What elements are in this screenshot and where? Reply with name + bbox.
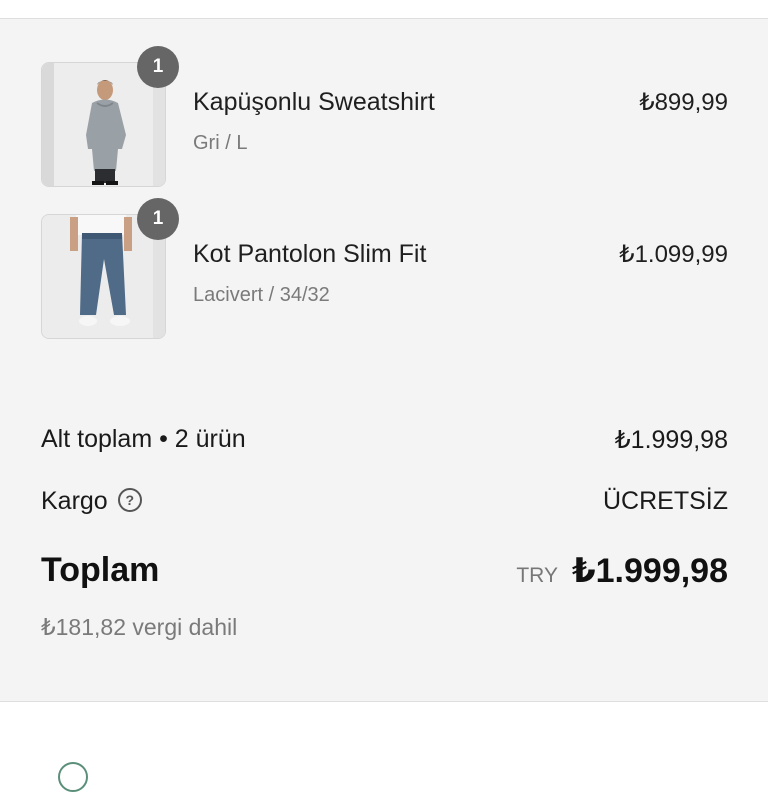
shipping-label-group: Kargo? [41, 487, 142, 516]
line-item: 1 Kapüşonlu Sweatshirt Gri / L ₺899,99 [41, 46, 728, 187]
total-amount-group: TRY ₺1.999,98 [516, 551, 728, 591]
total-label: Toplam [41, 551, 160, 589]
line-item: 1 Kot Pantolon Slim Fit Lacivert / 34/32… [41, 198, 728, 339]
item-name: Kapüşonlu Sweatshirt [193, 88, 435, 116]
shipping-label: Kargo [41, 487, 108, 515]
item-name: Kot Pantolon Slim Fit [193, 240, 427, 268]
item-variant: Gri / L [193, 132, 248, 154]
subtotal-row: Alt toplam • 2 ürün ₺1.999,98 [41, 425, 728, 459]
currency-code: TRY [516, 564, 558, 587]
question-circle-icon[interactable]: ? [117, 488, 142, 513]
tax-note: ₺181,82 vergi dahil [41, 614, 238, 640]
subtotal-value: ₺1.999,98 [614, 426, 728, 454]
top-section-edge [0, 0, 768, 19]
shipping-value: ÜCRETSİZ [603, 487, 728, 515]
shipping-row: Kargo? ÜCRETSİZ [41, 487, 728, 521]
item-price: ₺899,99 [639, 89, 728, 116]
quantity-badge: 1 [137, 198, 179, 240]
total-amount: ₺1.999,98 [571, 552, 728, 590]
quantity-badge: 1 [137, 46, 179, 88]
order-summary: 1 Kapüşonlu Sweatshirt Gri / L ₺899,99 1 [0, 19, 768, 702]
subtotal-label: Alt toplam • 2 ürün [41, 425, 246, 453]
item-price: ₺1.099,99 [619, 241, 728, 268]
partial-circle-icon [58, 762, 88, 792]
item-variant: Lacivert / 34/32 [193, 284, 330, 306]
